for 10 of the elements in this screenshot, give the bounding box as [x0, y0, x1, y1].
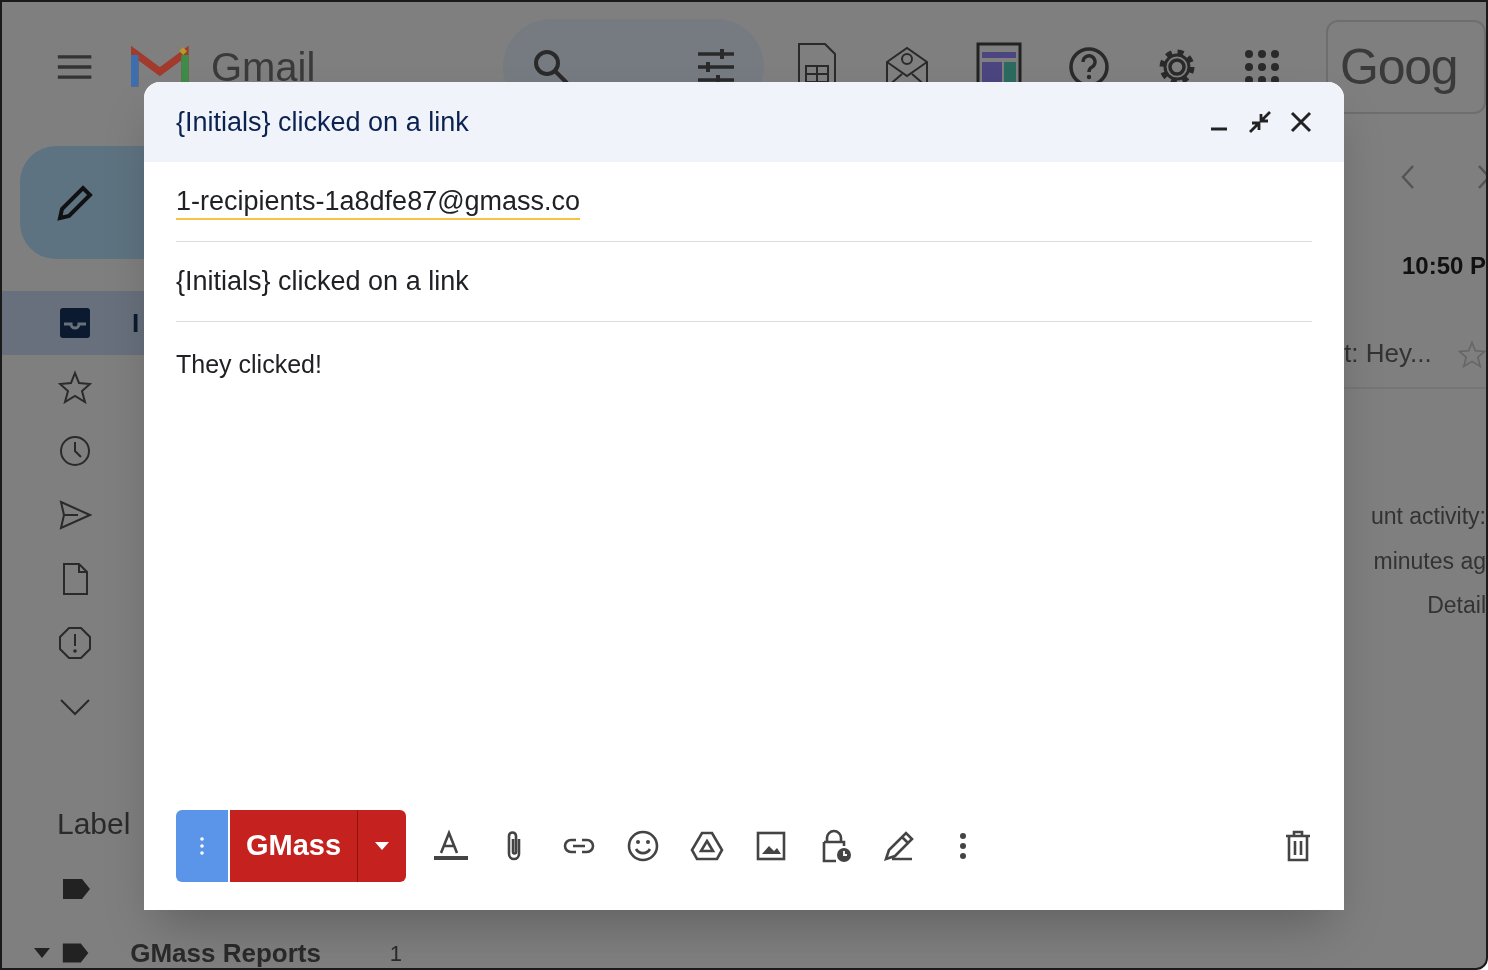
email-snippet: t: Hey... [1344, 337, 1432, 370]
google-wordmark: Goog [1340, 42, 1458, 92]
activity-text: minutes ag [1373, 546, 1486, 576]
activity-text: unt activity: [1370, 502, 1486, 531]
email-time: 10:50 P [1401, 251, 1486, 281]
activity-text: Detail [1427, 591, 1486, 620]
nav-label-text: I [132, 306, 140, 340]
dialog-title: {Initials} clicked on a link [176, 105, 470, 139]
labels-heading: Label [57, 806, 131, 842]
gmail-wordmark: Gmail [210, 47, 316, 87]
